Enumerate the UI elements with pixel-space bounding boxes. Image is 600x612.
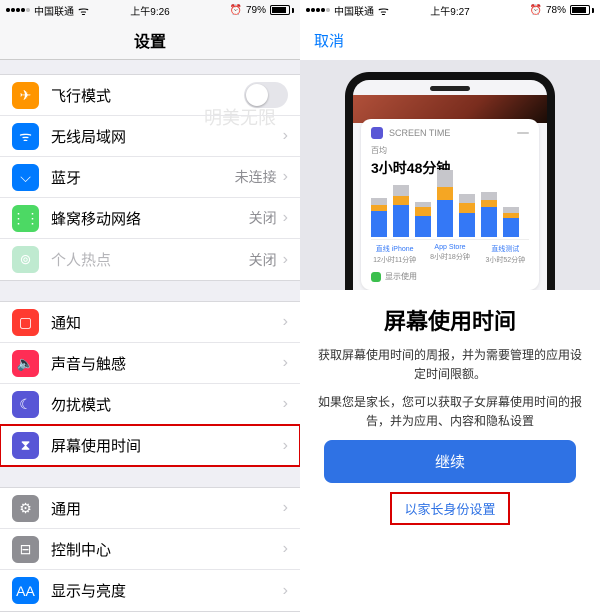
chevron-icon: ›	[283, 168, 288, 186]
toggle[interactable]	[244, 82, 288, 108]
chevron-icon: ›	[283, 209, 288, 227]
chevron-icon: ›	[283, 437, 288, 455]
row-dnd[interactable]: ☾ 勿扰模式›	[0, 384, 300, 425]
phone-mockup: SCREEN TIME 百均 3小时48分钟 直线 iPhone12小时11分钟…	[345, 72, 555, 290]
row-label: 显示与亮度	[51, 580, 283, 601]
app-entry: 直线测试3小时52分钟	[482, 244, 529, 265]
row-label: 声音与触感	[51, 353, 283, 374]
row-label: 勿扰模式	[51, 394, 283, 415]
screentime-mini-icon	[371, 127, 383, 139]
status-bar: 中国联通 上午9:26 ⏰ 79%	[0, 0, 300, 20]
sounds-icon: 🔈	[12, 350, 39, 377]
battery-pct: 79%	[246, 5, 266, 16]
usage-chart	[371, 184, 529, 240]
row-hotspot[interactable]: ⊚ 个人热点关闭 ›	[0, 239, 300, 280]
row-label: 通用	[51, 498, 283, 519]
row-label: 控制中心	[51, 539, 283, 560]
row-cellular[interactable]: ⋮⋮ 蜂窝移动网络关闭 ›	[0, 198, 300, 239]
sheet-desc-2: 如果您是家长，您可以获取子女屏幕使用时间的报告，并为应用、内容和隐私设置	[318, 393, 582, 430]
wifi-icon: ᯤ	[12, 123, 39, 150]
wifi-icon	[78, 2, 89, 19]
screentime-onboarding-pane: 中国联通 上午9:27 ⏰ 78% 取消 SCREEN TIME	[300, 0, 600, 533]
carrier: 中国联通	[334, 3, 374, 18]
navbar: 取消	[300, 20, 600, 60]
control-center-icon: ⊟	[12, 536, 39, 563]
airplane-icon: ✈	[12, 82, 39, 109]
screentime-widget: SCREEN TIME 百均 3小时48分钟 直线 iPhone12小时11分钟…	[361, 119, 539, 290]
as-parent-highlight: 以家长身份设置	[391, 493, 508, 524]
bluetooth-icon: ⌵	[12, 164, 39, 191]
widget-badge: SCREEN TIME	[389, 128, 450, 138]
row-label: 蓝牙	[51, 167, 235, 188]
chevron-icon: ›	[283, 127, 288, 145]
app-entry: App Store8小时18分钟	[426, 244, 473, 265]
alarm-icon: ⏰	[530, 5, 542, 16]
wifi-icon	[378, 2, 389, 19]
row-label: 飞行模式	[51, 85, 244, 106]
chevron-icon: ›	[283, 354, 288, 372]
row-label: 蜂窝移动网络	[51, 208, 249, 229]
notifications-icon: ▢	[12, 309, 39, 336]
hero-illustration: SCREEN TIME 百均 3小时48分钟 直线 iPhone12小时11分钟…	[300, 60, 600, 290]
continue-button[interactable]: 继续	[324, 440, 576, 483]
chevron-icon: ›	[283, 499, 288, 517]
settings-pane: 中国联通 上午9:26 ⏰ 79% 设置 明美无限 ✈飞行模式ᯤ无线局域网›⌵蓝…	[0, 0, 300, 533]
display-icon: AA	[12, 577, 39, 604]
app-entry: 直线 iPhone12小时11分钟	[371, 244, 418, 265]
row-detail: 关闭	[249, 250, 277, 270]
alarm-icon: ⏰	[230, 5, 242, 16]
screentime-icon: ⧗	[12, 432, 39, 459]
carrier: 中国联通	[34, 3, 74, 18]
onboarding-sheet: 屏幕使用时间 获取屏幕使用时间的周报，并为需要管理的应用设定时间限额。 如果您是…	[300, 290, 600, 538]
chevron-icon: ›	[283, 540, 288, 558]
row-general[interactable]: ⚙ 通用›	[0, 488, 300, 529]
row-control-center[interactable]: ⊟ 控制中心›	[0, 529, 300, 570]
page-title: 设置	[0, 20, 300, 60]
row-label: 屏幕使用时间	[51, 435, 283, 456]
app-list: 直线 iPhone12小时11分钟 App Store8小时18分钟直线测试3小时…	[371, 244, 529, 265]
status-bar: 中国联通 上午9:27 ⏰ 78%	[300, 0, 600, 20]
row-wifi[interactable]: ᯤ 无线局域网 ›	[0, 116, 300, 157]
widget-sub: 百均	[371, 145, 529, 156]
row-bluetooth[interactable]: ⌵ 蓝牙未连接 ›	[0, 157, 300, 198]
signal-icon	[6, 8, 30, 12]
row-notifications[interactable]: ▢ 通知›	[0, 302, 300, 343]
settings-list: ✈飞行模式ᯤ无线局域网›⌵蓝牙未连接›⋮⋮蜂窝移动网络关闭›⊚个人热点关闭›▢通…	[0, 74, 300, 612]
row-sounds[interactable]: 🔈 声音与触感›	[0, 343, 300, 384]
dnd-icon: ☾	[12, 391, 39, 418]
general-icon: ⚙	[12, 495, 39, 522]
cellular-icon: ⋮⋮	[12, 205, 39, 232]
hotspot-icon: ⊚	[12, 246, 39, 273]
cancel-button[interactable]: 取消	[314, 30, 344, 51]
app-dot-icon	[371, 272, 381, 282]
row-detail: 未连接	[235, 167, 277, 187]
row-label: 通知	[51, 312, 283, 333]
sheet-title: 屏幕使用时间	[318, 304, 582, 336]
chevron-icon: ›	[283, 313, 288, 331]
row-screentime[interactable]: ⧗ 屏幕使用时间›	[0, 425, 300, 466]
chevron-icon: ›	[283, 251, 288, 269]
battery-icon	[570, 5, 594, 15]
row-label: 无线局域网	[51, 126, 277, 147]
chevron-icon: ›	[283, 395, 288, 413]
row-label: 个人热点	[51, 249, 249, 270]
row-display[interactable]: AA 显示与亮度›	[0, 570, 300, 611]
signal-icon	[306, 8, 330, 12]
last-label: 显示使用	[385, 271, 417, 282]
sheet-desc-1: 获取屏幕使用时间的周报，并为需要管理的应用设定时间限额。	[318, 346, 582, 383]
as-parent-button[interactable]: 以家长身份设置	[392, 494, 507, 523]
battery-pct: 78%	[546, 5, 566, 16]
row-airplane[interactable]: ✈ 飞行模式	[0, 75, 300, 116]
row-detail: 关闭	[249, 208, 277, 228]
battery-icon	[270, 5, 294, 15]
chevron-icon: ›	[283, 582, 288, 600]
